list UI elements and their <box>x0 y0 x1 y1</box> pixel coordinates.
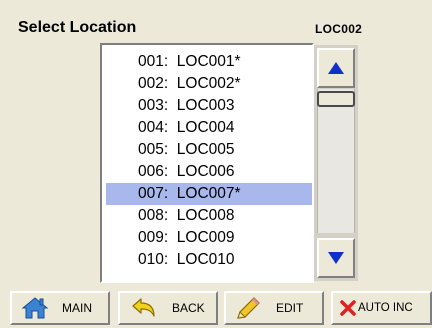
list-item-selected[interactable]: 007: LOC007* <box>106 183 312 205</box>
arrow-down-icon <box>328 252 344 264</box>
back-arrow-icon <box>130 296 158 320</box>
current-location-label: LOC002 <box>315 22 363 36</box>
auto-inc-button[interactable]: AUTO INC <box>331 291 432 325</box>
scrollbar-track[interactable] <box>317 89 355 233</box>
scroll-up-button[interactable] <box>317 48 355 88</box>
scrollbar-thumb[interactable] <box>317 91 355 107</box>
list-item[interactable]: 010: LOC010 <box>106 249 312 271</box>
arrow-up-icon <box>328 62 344 74</box>
edit-button[interactable]: EDIT <box>224 291 324 325</box>
list-item[interactable]: 003: LOC003 <box>106 95 312 117</box>
edit-button-label: EDIT <box>276 301 304 315</box>
main-button-label: MAIN <box>62 301 92 315</box>
back-button-label: BACK <box>172 301 205 315</box>
list-item[interactable]: 006: LOC006 <box>106 161 312 183</box>
location-listbox[interactable]: 001: LOC001* 002: LOC002* 003: LOC003 00… <box>100 43 314 283</box>
list-item[interactable]: 001: LOC001* <box>106 51 312 73</box>
scroll-down-button[interactable] <box>317 238 355 278</box>
main-button[interactable]: MAIN <box>10 291 110 325</box>
red-x-icon <box>339 299 357 317</box>
list-item[interactable]: 005: LOC005 <box>106 139 312 161</box>
list-item[interactable]: 008: LOC008 <box>106 205 312 227</box>
list-item[interactable]: 004: LOC004 <box>106 117 312 139</box>
home-icon <box>22 296 48 320</box>
pencil-icon <box>234 295 262 321</box>
bottom-toolbar: MAIN BACK EDIT AUTO INC <box>0 289 432 328</box>
auto-inc-button-label: AUTO INC <box>358 302 413 314</box>
vertical-scrollbar[interactable] <box>314 45 358 281</box>
back-button[interactable]: BACK <box>118 291 218 325</box>
list-item[interactable]: 002: LOC002* <box>106 73 312 95</box>
page-title: Select Location <box>18 19 137 36</box>
list-item[interactable]: 009: LOC009 <box>106 227 312 249</box>
